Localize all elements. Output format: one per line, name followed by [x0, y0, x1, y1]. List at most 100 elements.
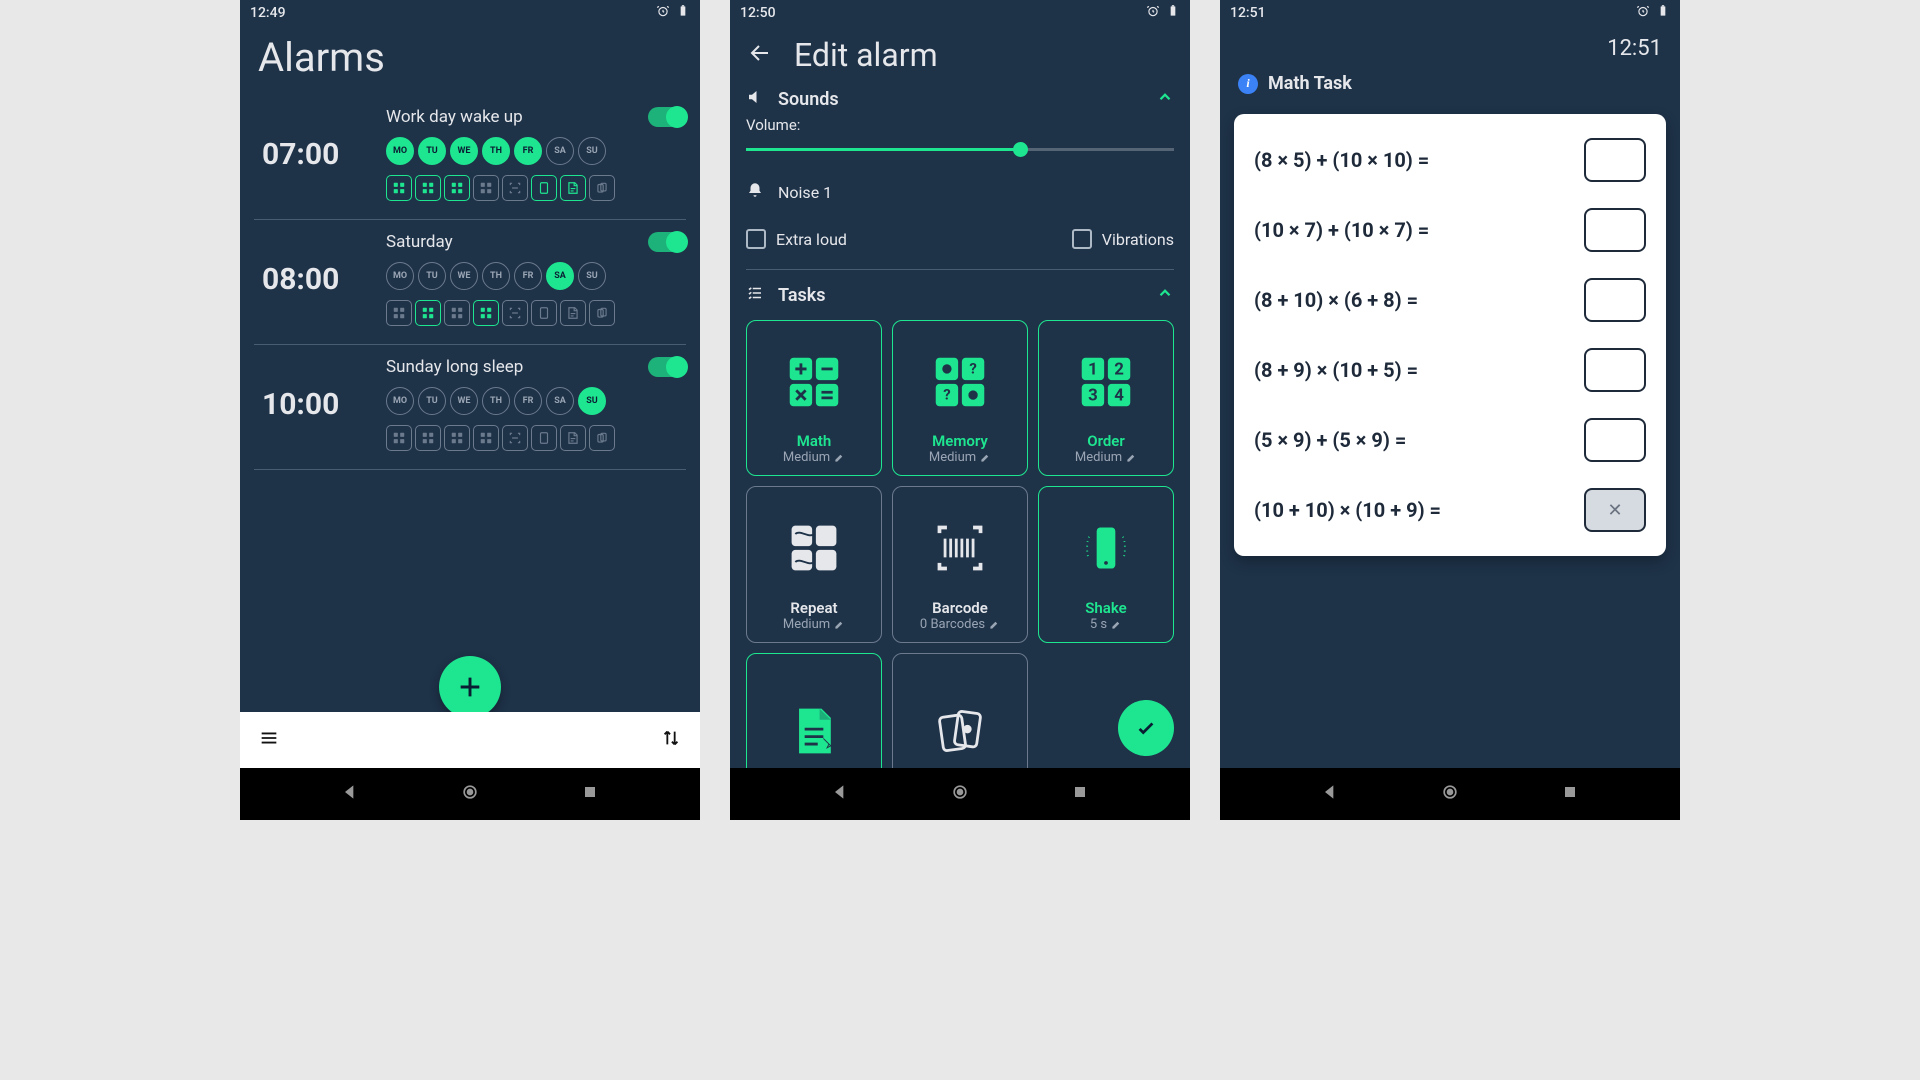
day-tu[interactable]: TU: [418, 262, 446, 290]
day-sa[interactable]: SA: [546, 387, 574, 415]
add-alarm-button[interactable]: [439, 656, 501, 718]
day-fr[interactable]: FR: [514, 137, 542, 165]
chevron-up-icon: [1156, 284, 1174, 306]
nav-home-icon[interactable]: [460, 782, 480, 806]
day-mo[interactable]: MO: [386, 137, 414, 165]
math-question: (8 × 5) + (10 × 10) =: [1254, 148, 1429, 172]
task-title: Math Task: [1268, 73, 1352, 94]
task-mini-icon[interactable]: [473, 425, 499, 451]
task-mini-icon[interactable]: [502, 425, 528, 451]
day-mo[interactable]: MO: [386, 387, 414, 415]
task-mini-icon[interactable]: [531, 175, 557, 201]
task-mini-icon[interactable]: [560, 175, 586, 201]
day-su[interactable]: SU: [578, 387, 606, 415]
page-title: Alarms: [240, 26, 700, 95]
task-mini-icon[interactable]: [386, 425, 412, 451]
task-mini-icon[interactable]: [444, 175, 470, 201]
task-grid: Math Medium ?? Memory Medium 1234 Order …: [746, 320, 1174, 809]
task-card-math[interactable]: Math Medium: [746, 320, 882, 476]
day-we[interactable]: WE: [450, 137, 478, 165]
ringtone-row[interactable]: Noise 1: [746, 169, 1174, 215]
day-tu[interactable]: TU: [418, 137, 446, 165]
task-card-memory[interactable]: ?? Memory Medium: [892, 320, 1028, 476]
status-time: 12:49: [250, 5, 286, 21]
task-mini-icon[interactable]: [589, 175, 615, 201]
nav-recents-icon[interactable]: [580, 782, 600, 806]
day-su[interactable]: SU: [578, 137, 606, 165]
svg-text:?: ?: [969, 359, 976, 377]
task-mini-icon[interactable]: [589, 300, 615, 326]
nav-home-icon[interactable]: [950, 782, 970, 806]
task-icons: [386, 425, 686, 451]
status-time: 12:51: [1230, 5, 1266, 21]
vibrations-checkbox[interactable]: Vibrations: [1072, 229, 1174, 249]
battery-icon: [1656, 4, 1670, 22]
task-mini-icon[interactable]: [473, 175, 499, 201]
day-mo[interactable]: MO: [386, 262, 414, 290]
alarm-row[interactable]: 07:00 Work day wake up MOTUWETHFRSASU: [254, 95, 686, 220]
alarm-toggle[interactable]: [648, 357, 686, 377]
day-sa[interactable]: SA: [546, 137, 574, 165]
day-we[interactable]: WE: [450, 262, 478, 290]
day-fr[interactable]: FR: [514, 387, 542, 415]
task-mini-icon[interactable]: [386, 175, 412, 201]
task-mini-icon[interactable]: [560, 300, 586, 326]
bell-icon: [746, 181, 764, 203]
section-tasks[interactable]: Tasks: [746, 270, 1174, 310]
menu-icon[interactable]: [258, 727, 280, 753]
task-mini-icon[interactable]: [531, 425, 557, 451]
task-mini-icon[interactable]: [502, 300, 528, 326]
sort-icon[interactable]: [660, 727, 682, 753]
done-button[interactable]: [1118, 700, 1174, 756]
nav-back-icon[interactable]: [1320, 782, 1340, 806]
task-mini-icon[interactable]: [415, 425, 441, 451]
math-answer-input[interactable]: [1584, 208, 1646, 252]
day-tu[interactable]: TU: [418, 387, 446, 415]
task-mini-icon[interactable]: [386, 300, 412, 326]
task-mini-icon[interactable]: [589, 425, 615, 451]
nav-back-icon[interactable]: [340, 782, 360, 806]
task-mini-icon[interactable]: [502, 175, 528, 201]
info-icon[interactable]: i: [1238, 74, 1258, 94]
task-mini-icon[interactable]: [531, 300, 557, 326]
back-icon[interactable]: [748, 41, 772, 69]
day-th[interactable]: TH: [482, 387, 510, 415]
extra-loud-checkbox[interactable]: Extra loud: [746, 229, 847, 249]
section-sounds[interactable]: Sounds: [746, 82, 1174, 114]
day-fr[interactable]: FR: [514, 262, 542, 290]
task-mini-icon[interactable]: [444, 300, 470, 326]
task-mini-icon[interactable]: [560, 425, 586, 451]
task-mini-icon[interactable]: [415, 175, 441, 201]
task-mini-icon[interactable]: [473, 300, 499, 326]
nav-back-icon[interactable]: [830, 782, 850, 806]
day-we[interactable]: WE: [450, 387, 478, 415]
task-mini-icon[interactable]: [415, 300, 441, 326]
math-answer-input[interactable]: [1584, 418, 1646, 462]
alarm-toggle[interactable]: [648, 107, 686, 127]
alarm-row[interactable]: 10:00 Sunday long sleep MOTUWETHFRSASU: [254, 345, 686, 470]
alarm-toggle[interactable]: [648, 232, 686, 252]
doc-icon: [786, 703, 842, 759]
math-answer-input[interactable]: [1584, 278, 1646, 322]
day-th[interactable]: TH: [482, 137, 510, 165]
task-card-order[interactable]: 1234 Order Medium: [1038, 320, 1174, 476]
alarm-row[interactable]: 08:00 Saturday MOTUWETHFRSASU: [254, 220, 686, 345]
task-card-repeat[interactable]: Repeat Medium: [746, 486, 882, 642]
day-sa[interactable]: SA: [546, 262, 574, 290]
day-su[interactable]: SU: [578, 262, 606, 290]
ringtone-name: Noise 1: [778, 183, 832, 202]
nav-recents-icon[interactable]: [1070, 782, 1090, 806]
task-mini-icon[interactable]: [444, 425, 470, 451]
task-card-shake[interactable]: Shake 5 s: [1038, 486, 1174, 642]
math-answer-input[interactable]: [1584, 348, 1646, 392]
day-th[interactable]: TH: [482, 262, 510, 290]
math-answer-input[interactable]: ✕: [1584, 488, 1646, 532]
math-answer-input[interactable]: [1584, 138, 1646, 182]
nav-home-icon[interactable]: [1440, 782, 1460, 806]
list-icon: [746, 284, 764, 306]
volume-slider[interactable]: [746, 148, 1174, 151]
android-nav: [1220, 768, 1680, 820]
nav-recents-icon[interactable]: [1560, 782, 1580, 806]
task-card-barcode[interactable]: Barcode 0 Barcodes: [892, 486, 1028, 642]
chevron-up-icon: [1156, 88, 1174, 110]
